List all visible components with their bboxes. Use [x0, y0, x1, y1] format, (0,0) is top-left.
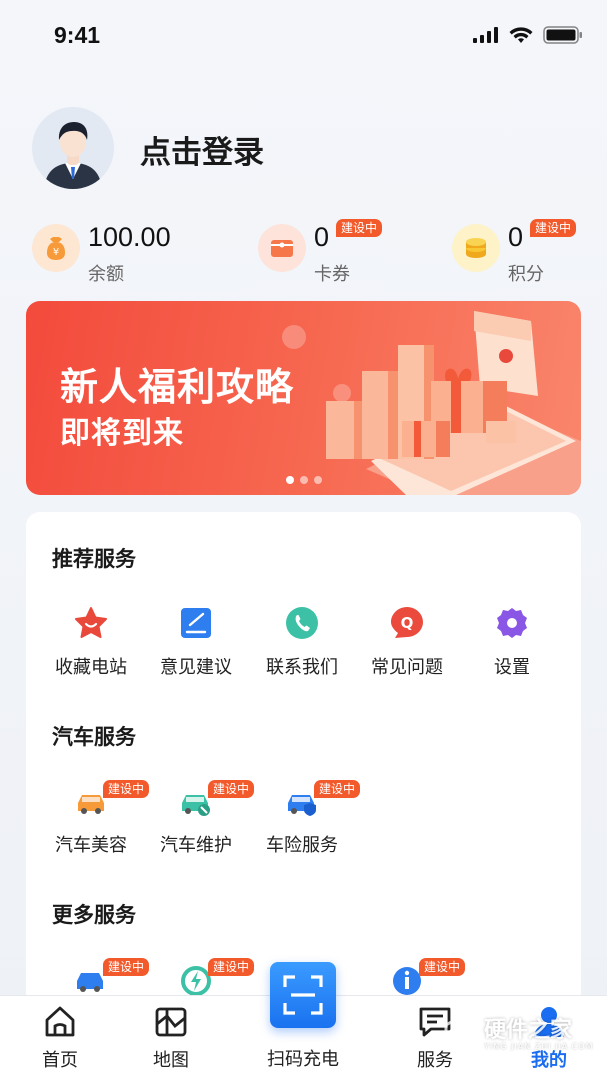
points-value: 0 — [508, 222, 524, 252]
user-avatar-icon — [32, 107, 114, 189]
services-card: 推荐服务 收藏电站 意见建议 联系我们 Q 常见问题 设置 汽车服务 建设中 汽… — [26, 512, 581, 1032]
service-settings[interactable]: 设置 — [462, 605, 562, 685]
tab-home[interactable]: 首页 — [20, 996, 100, 1080]
home-icon — [45, 1006, 75, 1037]
signal-icon — [473, 27, 498, 43]
watermark-text: 硬件之家 — [484, 1018, 573, 1043]
coupons-label: 卡券 — [314, 264, 350, 285]
service-favorite-stations[interactable]: 收藏电站 — [41, 605, 141, 685]
service-label: 车险服务 — [266, 835, 338, 856]
scan-icon — [283, 975, 323, 1015]
service-label: 收藏电站 — [55, 657, 127, 678]
banner-dot[interactable] — [300, 476, 308, 484]
page: 9:41 点击登录 ¥ 100.00 余额 0 卡券 建设中 0 积分 建设中 … — [0, 0, 607, 1080]
watermark-logo-icon — [444, 1014, 480, 1054]
service-label: 常见问题 — [371, 657, 443, 678]
section-title-car: 汽车服务 — [52, 725, 136, 749]
banner-subtitle: 即将到来 — [60, 416, 184, 451]
tab-label: 地图 — [153, 1050, 189, 1071]
tab-map[interactable]: 地图 — [131, 996, 211, 1080]
stat-balance[interactable]: ¥ 100.00 余额 — [32, 222, 202, 285]
watermark-subtext: YING JIAN ZHI JIA.COM — [484, 1042, 594, 1051]
service-label: 汽车维护 — [160, 835, 232, 856]
coupon-icon — [258, 224, 306, 272]
points-badge: 建设中 — [530, 219, 577, 237]
service-faq[interactable]: Q 常见问题 — [357, 605, 457, 685]
status-time: 9:41 — [54, 22, 101, 48]
service-contact-us[interactable]: 联系我们 — [252, 605, 352, 685]
car-insurance-badge: 建设中 — [314, 780, 361, 798]
service-car-wash[interactable]: 建设中 汽车美容 — [41, 780, 150, 863]
balance-value: 100.00 — [88, 222, 171, 252]
more-badge: 建设中 — [103, 958, 150, 976]
banner-dot[interactable] — [314, 476, 322, 484]
banner-dot[interactable] — [286, 476, 294, 484]
section-title-more: 更多服务 — [52, 903, 136, 927]
gear-icon — [494, 605, 530, 641]
promo-banner[interactable]: 新人福利攻略 即将到来 — [26, 301, 581, 495]
scan-charge-button[interactable] — [270, 962, 336, 1028]
service-label: 设置 — [494, 657, 530, 678]
section-title-recommended: 推荐服务 — [52, 547, 136, 571]
status-icons — [473, 26, 583, 44]
service-label: 联系我们 — [266, 657, 338, 678]
feedback-icon — [178, 605, 214, 641]
service-feedback[interactable]: 意见建议 — [146, 605, 246, 685]
service-car-repair[interactable]: 建设中 汽车维护 — [146, 780, 255, 863]
money-bag-icon: ¥ — [32, 224, 80, 272]
banner-pagination[interactable] — [286, 476, 322, 484]
wifi-icon — [509, 26, 533, 43]
phone-icon — [284, 605, 320, 641]
car-repair-badge: 建设中 — [208, 780, 255, 798]
question-icon: Q — [389, 605, 425, 641]
more-badge: 建设中 — [208, 958, 255, 976]
car-wash-badge: 建设中 — [103, 780, 150, 798]
tab-label: 首页 — [42, 1050, 78, 1071]
login-button[interactable]: 点击登录 — [140, 127, 264, 172]
banner-title: 新人福利攻略 — [60, 365, 295, 409]
avatar[interactable] — [32, 107, 114, 189]
watermark: 硬件之家 YING JIAN ZHI JIA.COM — [440, 1008, 600, 1068]
status-bar: 9:41 — [0, 0, 607, 70]
map-icon — [155, 1007, 187, 1037]
battery-icon — [543, 26, 582, 44]
scan-charge-label: 扫码充电 — [267, 1049, 339, 1070]
svg-text:¥: ¥ — [53, 247, 59, 258]
coins-icon — [452, 224, 500, 272]
more-badge: 建设中 — [419, 958, 466, 976]
balance-label: 余额 — [88, 264, 124, 285]
coupons-value: 0 — [314, 222, 330, 252]
star-icon — [73, 605, 109, 641]
stat-points[interactable]: 0 积分 建设中 — [452, 219, 602, 285]
service-label: 意见建议 — [160, 657, 232, 678]
svg-text:Q: Q — [401, 614, 414, 632]
stat-coupons[interactable]: 0 卡券 建设中 — [258, 219, 408, 285]
service-label: 汽车美容 — [55, 835, 127, 856]
points-label: 积分 — [508, 264, 544, 285]
coupons-badge: 建设中 — [336, 219, 383, 237]
service-car-insurance[interactable]: 建设中 车险服务 — [252, 780, 361, 863]
